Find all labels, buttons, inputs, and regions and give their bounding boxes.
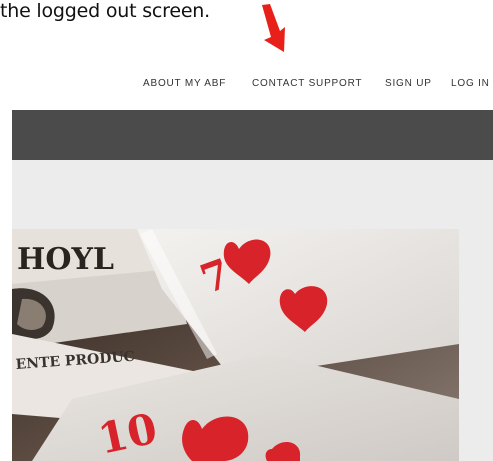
header-bar	[12, 110, 493, 160]
card-brand-text: HOYL	[17, 242, 114, 277]
playing-cards-photo: HOYL 7 ENTE PRODUC 10	[12, 229, 459, 461]
nav-link-log-in[interactable]: LOG IN	[451, 78, 490, 89]
red-arrow-down-icon	[262, 4, 285, 52]
caption-text: the logged out screen.	[0, 0, 210, 22]
nav-link-about-my-abf[interactable]: ABOUT MY ABF	[143, 78, 226, 89]
hero-image: HOYL 7 ENTE PRODUC 10	[12, 229, 459, 461]
nav-link-contact-support[interactable]: CONTACT SUPPORT	[252, 78, 362, 89]
nav-link-sign-up[interactable]: SIGN UP	[385, 78, 432, 89]
